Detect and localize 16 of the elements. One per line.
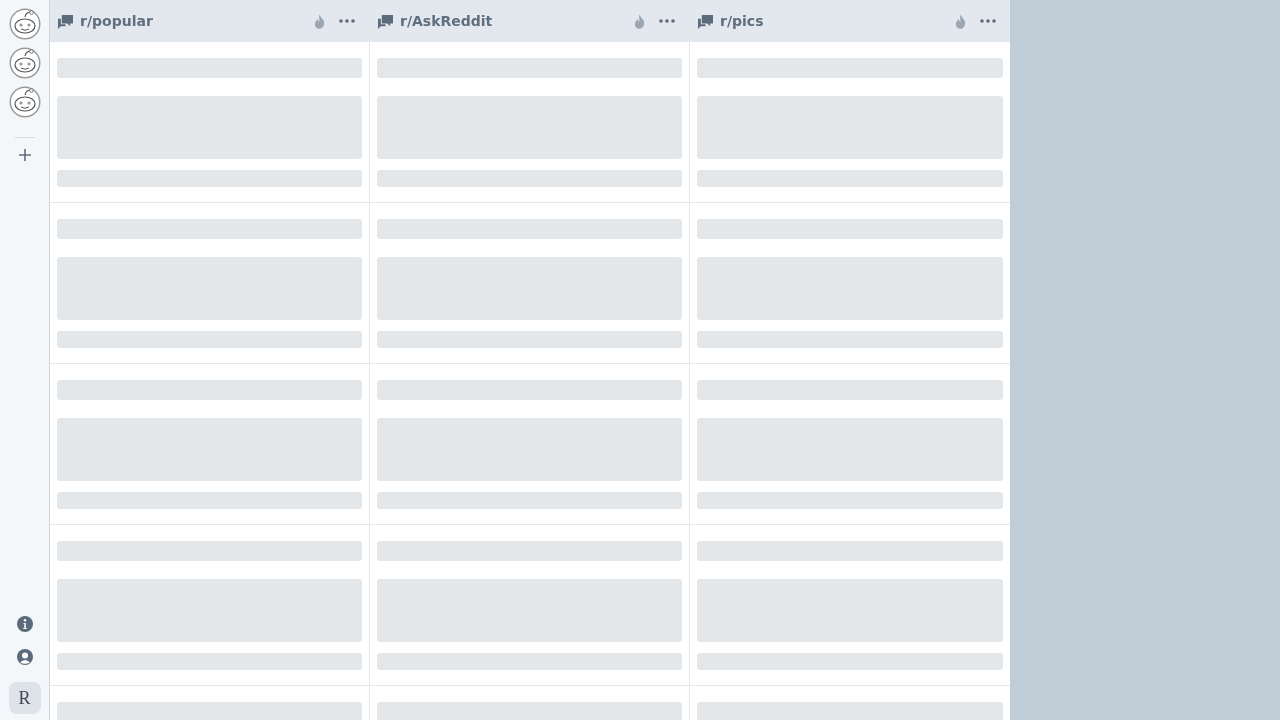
more-options-icon[interactable] — [980, 19, 996, 23]
account-avatar[interactable] — [7, 85, 42, 119]
more-options-icon[interactable] — [659, 19, 675, 23]
account-avatar[interactable] — [7, 46, 42, 80]
user-icon[interactable] — [16, 649, 33, 665]
column-title[interactable]: r/popular — [80, 13, 153, 29]
chat-bubbles-icon — [377, 13, 394, 29]
chat-bubbles-icon — [57, 13, 74, 29]
add-icon[interactable] — [17, 148, 32, 162]
column-title[interactable]: r/AskReddit — [400, 13, 493, 29]
column-title[interactable]: r/pics — [720, 13, 764, 29]
more-options-icon[interactable] — [339, 19, 355, 23]
account-avatar[interactable] — [7, 7, 42, 41]
info-icon[interactable] — [16, 616, 33, 632]
chat-bubbles-icon — [697, 13, 714, 29]
reddit-button[interactable]: R — [8, 682, 41, 714]
